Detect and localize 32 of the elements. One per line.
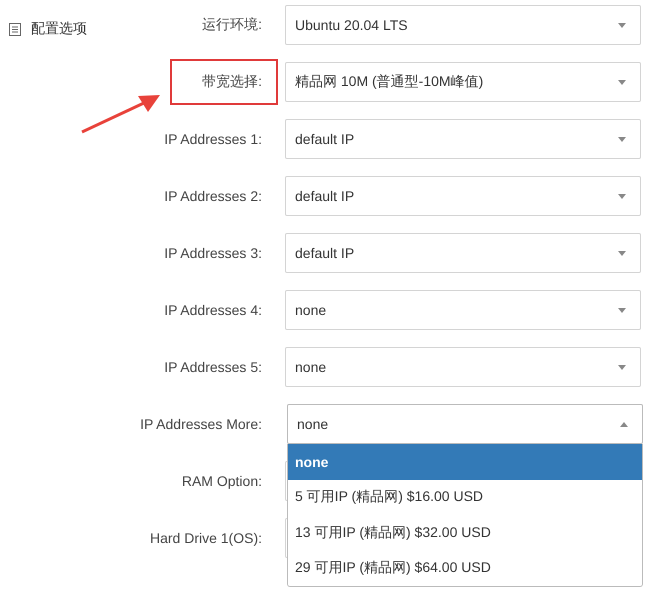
select-field[interactable]: default IP (285, 176, 641, 216)
list-icon (9, 22, 21, 36)
dropdown-option[interactable]: 29 可用IP (精品网) $64.00 USD (288, 550, 642, 586)
caret-icon (618, 22, 626, 28)
select-field[interactable]: none (287, 404, 643, 444)
field-label: 带宽选择: (172, 61, 276, 103)
caret-icon (618, 308, 626, 312)
section-title: 配置选项 (31, 20, 87, 38)
select-field[interactable]: Ubuntu 20.04 LTS (285, 5, 641, 45)
field-label: IP Addresses 4: (164, 302, 262, 318)
select-field[interactable]: none (285, 290, 641, 330)
field-label: RAM Option: (182, 473, 262, 489)
caret-icon (618, 250, 626, 256)
dropdown-option[interactable]: 5 可用IP (精品网) $16.00 USD (288, 480, 642, 515)
caret-icon (620, 422, 628, 426)
select-field[interactable]: 精品网 10M (普通型-10M峰值) (285, 62, 641, 102)
field-label: IP Addresses 3: (164, 245, 262, 261)
caret-icon (618, 194, 626, 198)
caret-icon (618, 136, 626, 142)
select-field[interactable]: default IP (285, 233, 641, 273)
field-label: IP Addresses 5: (164, 359, 262, 375)
dropdown-option[interactable]: none (288, 444, 642, 480)
dropdown-option[interactable]: 13 可用IP (精品网) $32.00 USD (288, 515, 642, 550)
field-label: Hard Drive 1(OS): (150, 530, 262, 546)
field-label: IP Addresses 2: (164, 188, 262, 204)
caret-icon (618, 364, 626, 370)
field-label: IP Addresses More: (140, 416, 262, 432)
caret-icon (618, 80, 626, 84)
select-field[interactable]: none (285, 347, 641, 387)
field-label: 运行环境: (202, 16, 262, 34)
select-field[interactable]: default IP (285, 119, 641, 159)
field-label: IP Addresses 1: (164, 131, 262, 147)
